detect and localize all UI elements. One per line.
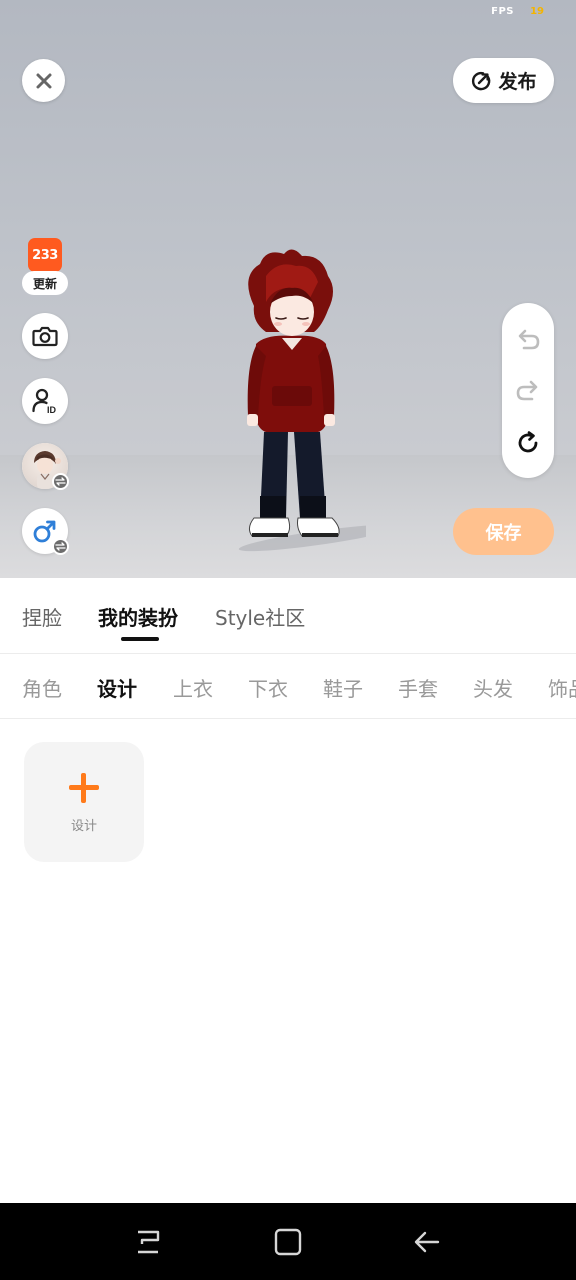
- fps-label: FPS: [491, 6, 514, 17]
- system-nav-bar: [0, 1203, 576, 1280]
- camera-button[interactable]: [22, 313, 68, 359]
- new-design-card[interactable]: 设计: [24, 742, 144, 862]
- app-logo-233: 233: [28, 238, 62, 272]
- publish-button[interactable]: 发布: [453, 58, 554, 103]
- user-id-button[interactable]: ID: [22, 378, 68, 424]
- category-tab-shoes[interactable]: 鞋子: [323, 673, 363, 702]
- user-id-icon: ID: [32, 388, 57, 415]
- back-button[interactable]: [412, 1227, 442, 1257]
- tab-my-outfits[interactable]: 我的装扮: [98, 602, 178, 631]
- close-button[interactable]: [22, 59, 65, 102]
- undo-icon: [518, 329, 540, 350]
- category-tab-bottoms[interactable]: 下衣: [248, 673, 288, 702]
- svg-text:ID: ID: [47, 405, 57, 415]
- redo-icon: [516, 380, 538, 401]
- avatar-viewport[interactable]: FPS 19 发布 233 更新 ID 保存: [0, 0, 576, 578]
- camera-icon: [32, 326, 58, 347]
- main-tab-bar: 捏脸 我的装扮 Style社区: [0, 578, 576, 654]
- avatar-switch-button[interactable]: [22, 443, 69, 490]
- active-tab-indicator: [121, 637, 159, 641]
- swap-icon: [52, 538, 69, 555]
- category-tab-design[interactable]: 设计: [97, 673, 137, 702]
- category-tab-hair[interactable]: 头发: [473, 673, 513, 702]
- category-tab-tops[interactable]: 上衣: [173, 673, 213, 702]
- back-icon: [414, 1231, 440, 1253]
- avatar-character: [238, 249, 366, 552]
- fps-value: 19: [530, 6, 544, 17]
- category-tab-gloves[interactable]: 手套: [398, 673, 438, 702]
- recent-apps-icon: [138, 1230, 160, 1254]
- gender-switch-button[interactable]: [22, 508, 69, 555]
- reset-button[interactable]: [515, 430, 541, 456]
- redo-button[interactable]: [515, 378, 541, 404]
- save-button[interactable]: 保存: [453, 508, 554, 555]
- home-icon: [274, 1228, 302, 1256]
- tab-style-community[interactable]: Style社区: [215, 602, 305, 631]
- update-button[interactable]: 233 更新: [22, 238, 68, 295]
- category-tab-accessories[interactable]: 饰品: [548, 673, 576, 702]
- recent-apps-button[interactable]: [134, 1227, 164, 1257]
- history-rail: [502, 303, 554, 478]
- category-tab-bar[interactable]: 角色 设计 上衣 下衣 鞋子 手套 头发 饰品: [0, 655, 576, 719]
- new-design-label: 设计: [70, 818, 97, 834]
- reset-icon: [518, 431, 538, 453]
- home-button[interactable]: [273, 1227, 303, 1257]
- update-label: 更新: [22, 271, 68, 295]
- publish-label: 发布: [498, 71, 537, 93]
- tab-face-editing[interactable]: 捏脸: [22, 602, 62, 631]
- swap-icon: [52, 473, 69, 490]
- publish-icon: [472, 71, 491, 90]
- plus-icon: [69, 772, 99, 803]
- outfit-grid: 设计: [0, 720, 576, 1202]
- close-icon: [36, 73, 51, 88]
- category-tab-role[interactable]: 角色: [22, 673, 62, 702]
- undo-button[interactable]: [515, 327, 541, 353]
